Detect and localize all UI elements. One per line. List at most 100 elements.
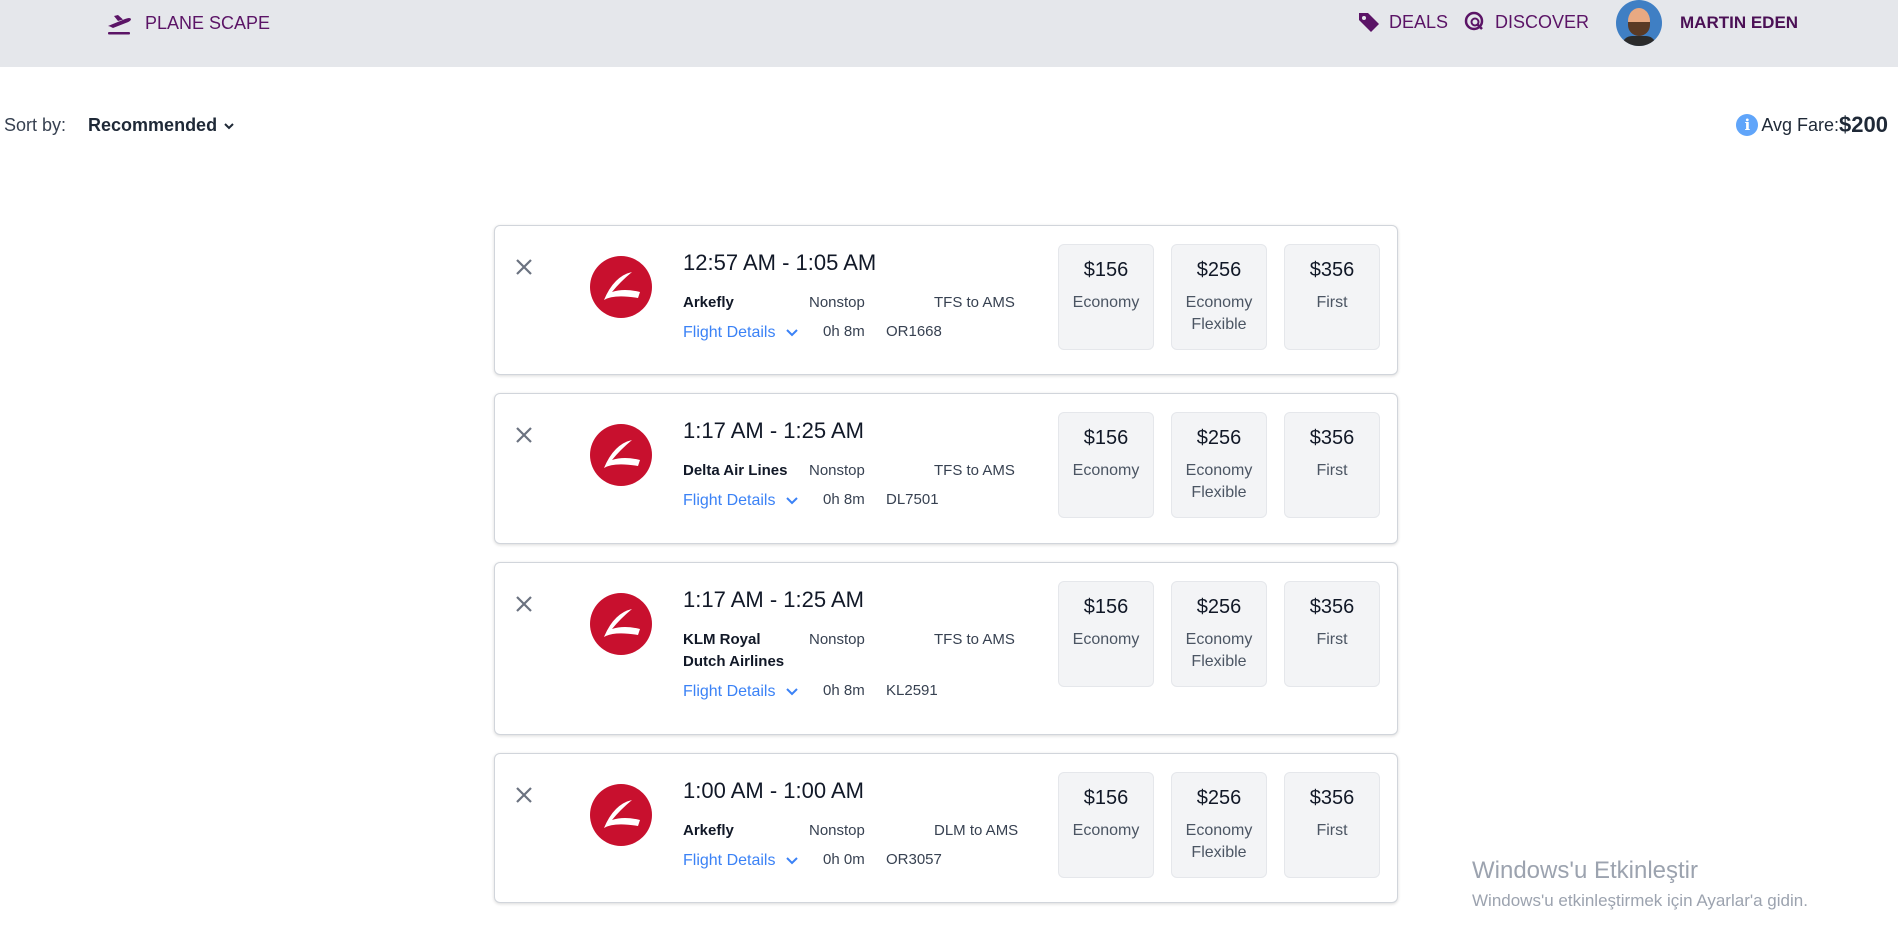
flight-details-label: Flight Details [683, 324, 776, 341]
fare-class: First [1316, 822, 1348, 839]
fare-price: $356 [1309, 787, 1355, 809]
fare-class: First [1316, 294, 1348, 311]
user-name: MARTIN EDEN [1680, 13, 1799, 32]
brand-link[interactable]: PLANE SCAPE [105, 10, 270, 36]
avg-fare-value: $200 [1839, 112, 1888, 137]
flight-card: 1:00 AM - 1:00 AM Arkefly Nonstop DLM to… [494, 753, 1398, 903]
stops: Nonstop [809, 631, 865, 648]
fare-class: Economy Flexible [1185, 462, 1253, 501]
fare-class: Economy Flexible [1185, 294, 1253, 333]
airline-name: Arkefly [683, 294, 734, 311]
flight-times: 12:57 AM - 1:05 AM [683, 250, 877, 275]
brand-name: PLANE SCAPE [145, 12, 271, 33]
close-icon[interactable] [513, 256, 535, 278]
flight-duration: 0h 0m [823, 851, 865, 868]
stops: Nonstop [809, 294, 865, 311]
fare-price: $156 [1083, 259, 1129, 281]
flight-details-toggle[interactable]: Flight Details [683, 683, 799, 701]
chevron-down-icon [786, 329, 799, 337]
info-icon[interactable]: i [1736, 114, 1759, 136]
fare-economy-flexible-button[interactable]: $256 Economy Flexible [1171, 581, 1267, 687]
flight-details-label: Flight Details [683, 683, 776, 700]
flight-card: 1:17 AM - 1:25 AM KLM Royal Dutch Airlin… [494, 562, 1398, 735]
fare-price: $156 [1083, 787, 1129, 809]
flight-details-label: Flight Details [683, 492, 776, 509]
fare-class: Economy Flexible [1185, 822, 1253, 861]
sort-control: Sort by: Recommended [4, 115, 235, 136]
fare-class: Economy [1072, 462, 1140, 479]
route: TFS to AMS [934, 294, 1015, 311]
fare-price: $256 [1196, 787, 1242, 809]
stops: Nonstop [809, 462, 865, 479]
flight-details-toggle[interactable]: Flight Details [683, 324, 799, 342]
fare-price: $256 [1196, 259, 1242, 281]
fare-economy-flexible-button[interactable]: $256 Economy Flexible [1171, 412, 1267, 518]
close-icon[interactable] [513, 784, 535, 806]
sort-value: Recommended [88, 115, 218, 135]
fare-economy-button[interactable]: $156 Economy [1058, 581, 1154, 687]
fare-class: Economy [1072, 822, 1140, 839]
fare-economy-button[interactable]: $156 Economy [1058, 412, 1154, 518]
fare-first-button[interactable]: $356 First [1284, 244, 1380, 350]
airline-logo [590, 256, 652, 318]
airline-logo [590, 424, 652, 486]
flight-number: DL7501 [886, 491, 939, 508]
chevron-down-icon [786, 688, 799, 696]
flight-duration: 0h 8m [823, 323, 865, 340]
chevron-down-icon [786, 857, 799, 865]
top-navigation-bar: PLANE SCAPE DEALS DISCOVER MARTIN EDEN [0, 0, 1898, 67]
route: TFS to AMS [934, 462, 1015, 479]
avatar[interactable] [1616, 0, 1662, 46]
flight-duration: 0h 8m [823, 491, 865, 508]
close-icon[interactable] [513, 593, 535, 615]
fare-first-button[interactable]: $356 First [1284, 581, 1380, 687]
route: DLM to AMS [934, 822, 1019, 839]
fare-price: $156 [1083, 427, 1129, 449]
deals-label: DEALS [1389, 11, 1449, 32]
fare-economy-button[interactable]: $156 Economy [1058, 244, 1154, 350]
fare-first-button[interactable]: $356 First [1284, 772, 1380, 878]
fare-first-button[interactable]: $356 First [1284, 412, 1380, 518]
tag-icon [1359, 13, 1379, 32]
fare-price: $256 [1196, 427, 1242, 449]
fare-class: First [1316, 631, 1348, 648]
nav-deals[interactable]: DEALS [1357, 10, 1448, 34]
fare-economy-flexible-button[interactable]: $256 Economy Flexible [1171, 244, 1267, 350]
flight-times: 1:17 AM - 1:25 AM [683, 587, 864, 612]
airline-name: Delta Air Lines [683, 462, 788, 479]
flight-details-label: Flight Details [683, 852, 776, 869]
chevron-down-icon [224, 122, 234, 129]
watermark-title: Windows'u Etkinleştir [1472, 857, 1698, 884]
sort-label: Sort by: [4, 115, 67, 135]
flight-details-toggle[interactable]: Flight Details [683, 852, 799, 870]
flight-duration: 0h 8m [823, 682, 865, 699]
fare-economy-button[interactable]: $156 Economy [1058, 772, 1154, 878]
fare-price: $356 [1309, 259, 1355, 281]
flight-card: 12:57 AM - 1:05 AM Arkefly Nonstop TFS t… [494, 225, 1398, 375]
flight-times: 1:17 AM - 1:25 AM [683, 418, 864, 443]
sort-select[interactable]: Recommended [88, 115, 235, 136]
windows-activation-watermark: Windows'u Etkinleştir Windows'u etkinleş… [1472, 857, 1808, 911]
flight-number: KL2591 [886, 682, 938, 699]
airline-logo [590, 784, 652, 846]
close-icon[interactable] [513, 424, 535, 446]
fare-price: $356 [1309, 427, 1355, 449]
flight-number: OR1668 [886, 323, 942, 340]
flight-details-toggle[interactable]: Flight Details [683, 492, 799, 510]
flight-number: OR3057 [886, 851, 942, 868]
average-fare: i Avg Fare: $200 [1736, 112, 1888, 138]
watermark-subtitle: Windows'u etkinleştirmek için Ayarlar'a … [1472, 891, 1808, 910]
fare-price: $356 [1309, 596, 1355, 618]
fare-economy-flexible-button[interactable]: $256 Economy Flexible [1171, 772, 1267, 878]
fare-class: First [1316, 462, 1348, 479]
airline-logo [590, 593, 652, 655]
user-menu[interactable]: MARTIN EDEN [1616, 0, 1798, 46]
fare-price: $256 [1196, 596, 1242, 618]
flight-card: 1:17 AM - 1:25 AM Delta Air Lines Nonsto… [494, 393, 1398, 544]
nav-discover[interactable]: DISCOVER [1463, 10, 1589, 34]
globe-search-icon [1464, 11, 1484, 31]
stops: Nonstop [809, 822, 865, 839]
plane-takeoff-icon [108, 15, 131, 35]
airline-name: Arkefly [683, 822, 734, 839]
fare-class: Economy Flexible [1185, 631, 1253, 670]
